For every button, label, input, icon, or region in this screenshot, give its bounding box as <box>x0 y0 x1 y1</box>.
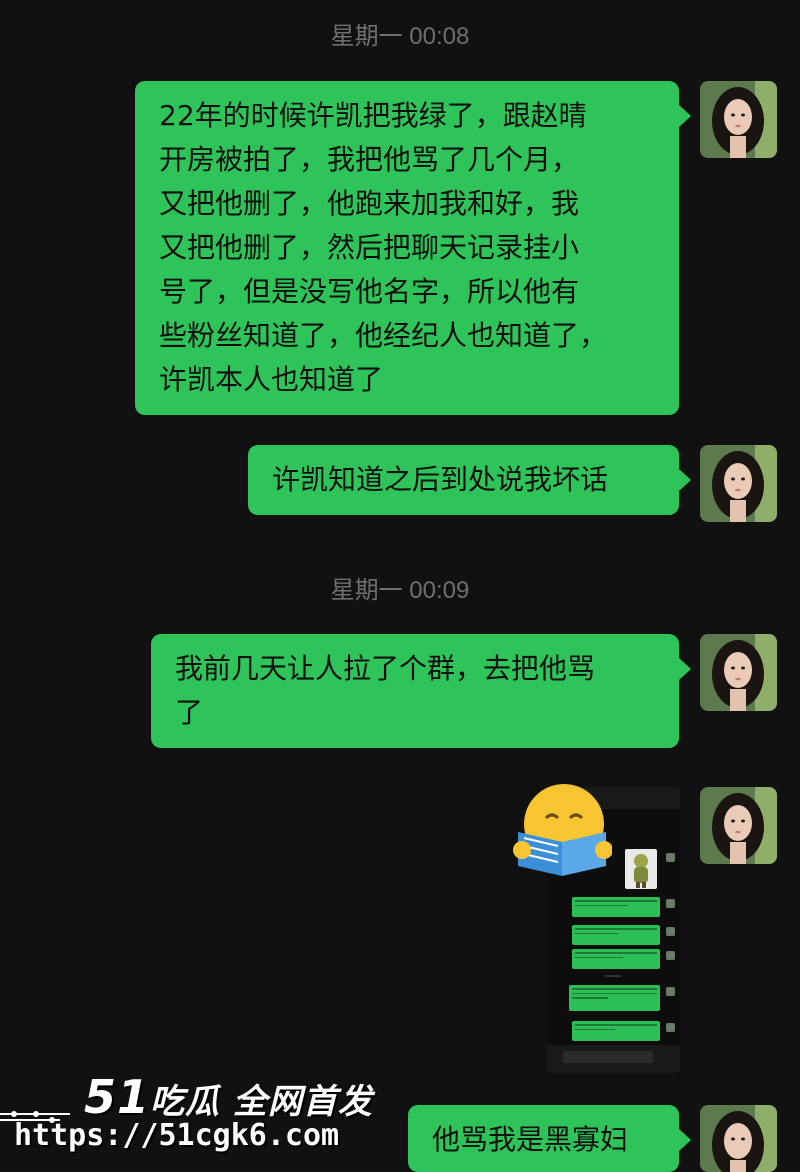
mini-avatar <box>666 987 675 996</box>
watermark-brand-text: 吃瓜 全网首发 <box>150 1082 373 1122</box>
avatar-image <box>700 634 777 711</box>
message-line: 他骂我是黑寡妇 <box>432 1123 629 1156</box>
mini-timestamp <box>605 975 621 977</box>
mini-avatar <box>666 853 675 862</box>
shrek-sticker-icon <box>634 854 648 888</box>
watermark-brand: 51吃瓜 全网首发 <box>84 1070 373 1124</box>
avatar-image <box>700 787 777 864</box>
avatar[interactable] <box>700 445 777 522</box>
message-line: 又把他删了，然后把聊天记录挂小 <box>159 231 580 264</box>
avatar-image <box>700 445 777 522</box>
message-line: 又把他删了，他跑来加我和好，我 <box>159 187 580 220</box>
mini-message <box>572 949 660 969</box>
message-bubble[interactable]: 我前几天让人拉了个群，去把他骂 了 <box>151 634 691 748</box>
message-bubble[interactable]: 他骂我是黑寡妇 <box>408 1105 691 1172</box>
mini-message <box>569 985 660 1011</box>
reading-emoji-icon <box>512 780 613 880</box>
mini-avatar <box>666 927 675 936</box>
timestamp: 星期一 00:09 <box>330 577 470 604</box>
avatar[interactable] <box>700 787 777 864</box>
message-line: 开房被拍了，我把他骂了几个月， <box>159 143 580 176</box>
avatar-image <box>700 1105 777 1172</box>
avatar[interactable] <box>700 81 777 158</box>
message-line: 22年的时候许凯把我绿了，跟赵晴 <box>159 99 587 132</box>
message-line: 许凯知道之后到处说我坏话 <box>272 463 609 496</box>
message-line: 我前几天让人拉了个群，去把他骂 <box>175 652 596 685</box>
message-line: 号了，但是没写他名字，所以他有 <box>159 275 580 308</box>
message-bubble[interactable]: 许凯知道之后到处说我坏话 <box>248 445 691 515</box>
avatar[interactable] <box>700 634 777 711</box>
mini-avatar <box>666 1023 675 1032</box>
sticker-thumbnail <box>625 849 657 889</box>
message-bubble[interactable]: 22年的时候许凯把我绿了，跟赵晴 开房被拍了，我把他骂了几个月， 又把他删了，他… <box>135 81 691 415</box>
watermark-brand-number: 51 <box>84 1070 151 1124</box>
avatar-image <box>700 81 777 158</box>
mini-avatar <box>666 899 675 908</box>
avatar[interactable] <box>700 1105 777 1172</box>
mini-message <box>572 925 660 945</box>
timestamp: 星期一 00:08 <box>330 23 470 50</box>
message-line: 了 <box>175 696 204 729</box>
mini-avatar <box>666 951 675 960</box>
watermark-url: https://51cgk6.com <box>14 1118 340 1153</box>
screenshot-input-bar <box>547 1045 680 1073</box>
mini-message <box>572 897 660 917</box>
message-line: 些粉丝知道了，他经纪人也知道了， <box>159 319 608 352</box>
message-line: 许凯本人也知道了 <box>159 363 384 396</box>
mini-message <box>572 1021 660 1041</box>
